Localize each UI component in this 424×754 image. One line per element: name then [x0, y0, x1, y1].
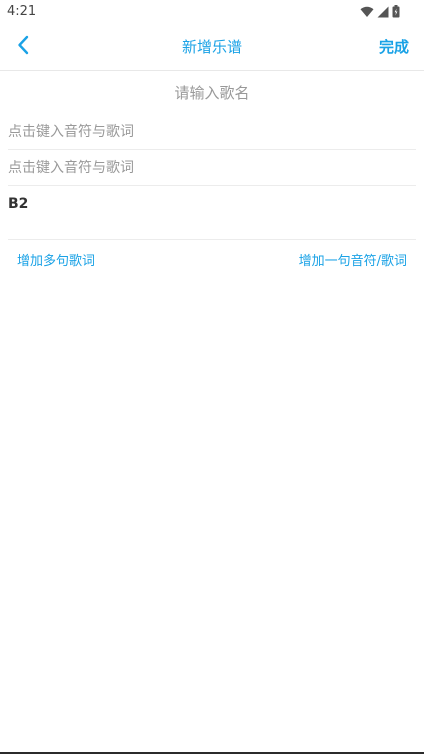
cell-signal-icon [377, 3, 389, 22]
battery-icon [392, 3, 400, 22]
divider [8, 239, 416, 240]
add-note-lyric-button[interactable]: 增加一句音符/歌词 [299, 250, 407, 269]
page-title: 新增乐谱 [181, 38, 242, 56]
wifi-icon [360, 3, 374, 22]
lyric-input-2[interactable] [8, 150, 416, 186]
status-icons [360, 3, 400, 22]
lyric-input-1[interactable] [8, 114, 416, 150]
note-line[interactable]: B2 [8, 196, 28, 212]
status-bar: 4:21 [0, 0, 424, 24]
add-multi-lyrics-button[interactable]: 增加多句歌词 [17, 250, 95, 269]
title-bar: 新增乐谱 完成 [0, 24, 424, 71]
screen: 4:21 新增乐谱 完成 请输入歌名 点击键入音符与歌词 点击键入音符与歌词 B… [0, 0, 424, 754]
status-time: 4:21 [7, 4, 37, 19]
song-name-input[interactable] [0, 76, 424, 110]
done-button[interactable]: 完成 [379, 36, 409, 57]
